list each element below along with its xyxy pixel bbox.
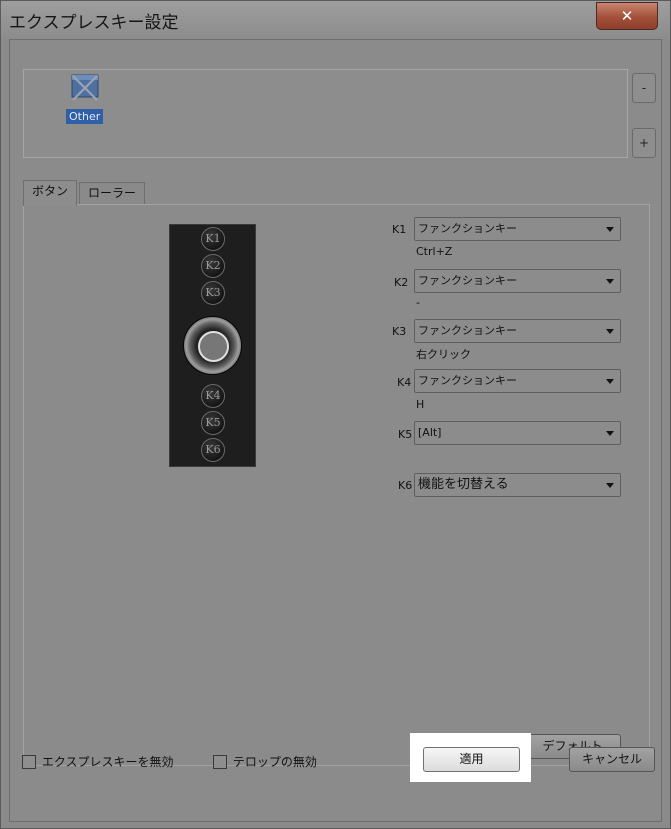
key-label-k2: K2 <box>394 276 409 289</box>
apply-button[interactable]: 適用 <box>423 747 520 772</box>
k5-function-value: [Alt] <box>418 426 442 439</box>
chevron-down-icon <box>606 279 614 284</box>
buttons-tab-panel: K1 K2 K3 K4 K5 K6 K1 ファンクションキー Ctrl+Z K2… <box>23 204 650 766</box>
keypad-button-k6[interactable]: K6 <box>201 438 225 462</box>
keypad-button-k5[interactable]: K5 <box>201 411 225 435</box>
tab-buttons[interactable]: ボタン <box>23 180 78 206</box>
touch-ring[interactable] <box>183 316 242 375</box>
application-label: Other <box>66 109 104 124</box>
window-title: エクスプレスキー設定 <box>9 13 179 33</box>
cancel-button[interactable]: キャンセル <box>569 747 655 772</box>
checkbox-box[interactable] <box>213 754 227 769</box>
disable-telop-label: テロップの無効 <box>232 755 317 769</box>
touch-ring-center-button[interactable] <box>198 331 229 362</box>
k5-function-dropdown[interactable]: [Alt] <box>414 421 621 445</box>
k3-function-value: ファンクションキー <box>418 324 517 337</box>
k3-function-dropdown[interactable]: ファンクションキー <box>414 319 621 343</box>
chevron-down-icon <box>606 227 614 232</box>
k6-function-dropdown[interactable]: 機能を切替える <box>414 473 621 497</box>
k4-function-value: ファンクションキー <box>418 374 517 387</box>
key-label-k1: K1 <box>392 223 407 236</box>
application-icon <box>71 74 99 101</box>
k1-function-value: ファンクションキー <box>418 222 517 235</box>
application-list: Other <box>23 69 628 158</box>
k3-assigned-action: 右クリック <box>416 348 471 361</box>
tab-roller[interactable]: ローラー <box>79 182 146 205</box>
keypad-button-k1[interactable]: K1 <box>201 227 225 251</box>
key-label-k6: K6 <box>398 479 413 492</box>
chevron-down-icon <box>606 379 614 384</box>
k2-function-value: ファンクションキー <box>418 274 517 287</box>
disable-telop-checkbox[interactable]: テロップの無効 <box>213 753 317 771</box>
chevron-down-icon <box>606 329 614 334</box>
chevron-down-icon <box>606 431 614 436</box>
k2-assigned-keystroke: - <box>416 296 420 309</box>
k2-function-dropdown[interactable]: ファンクションキー <box>414 269 621 293</box>
express-key-pad: K1 K2 K3 K4 K5 K6 <box>169 224 256 467</box>
apply-button-highlight: 適用 <box>410 733 531 782</box>
k1-function-dropdown[interactable]: ファンクションキー <box>414 217 621 241</box>
title-bar: エクスプレスキー設定 ✕ <box>1 1 670 39</box>
keypad-button-k4[interactable]: K4 <box>201 384 225 408</box>
k4-function-dropdown[interactable]: ファンクションキー <box>414 369 621 393</box>
key-label-k3: K3 <box>392 325 407 338</box>
checkbox-box[interactable] <box>22 754 36 769</box>
express-key-settings-window: エクスプレスキー設定 ✕ Other - + ボタン ローラー K1 K2 K3… <box>0 0 671 829</box>
dialog-client-area: Other - + ボタン ローラー K1 K2 K3 K4 K5 K6 K1 <box>9 39 662 822</box>
keypad-button-k3[interactable]: K3 <box>201 281 225 305</box>
disable-express-keys-checkbox[interactable]: エクスプレスキーを無効 <box>22 753 173 771</box>
add-application-button[interactable]: + <box>632 128 656 158</box>
k4-assigned-keystroke: H <box>416 398 425 411</box>
remove-application-button[interactable]: - <box>632 73 656 103</box>
disable-express-keys-label: エクスプレスキーを無効 <box>41 755 174 769</box>
key-label-k5: K5 <box>398 428 413 441</box>
k6-function-value: 機能を切替える <box>418 477 509 492</box>
k1-assigned-keystroke: Ctrl+Z <box>416 245 453 258</box>
keypad-button-k2[interactable]: K2 <box>201 254 225 278</box>
chevron-down-icon <box>606 483 614 488</box>
close-button[interactable]: ✕ <box>596 2 658 30</box>
key-label-k4: K4 <box>397 376 412 389</box>
